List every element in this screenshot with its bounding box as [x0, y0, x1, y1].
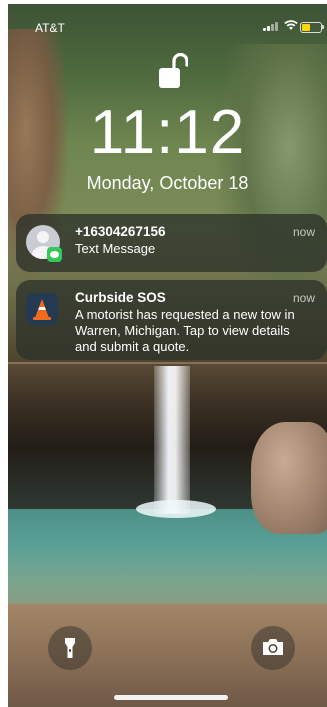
wallpaper-splash [136, 500, 216, 518]
battery-icon [300, 22, 324, 33]
cellular-signal-icon [263, 21, 278, 31]
status-bar: AT&T [8, 4, 327, 48]
notification-title: +16304267156 [75, 224, 166, 239]
traffic-cone-app-icon [26, 293, 58, 325]
flashlight-button[interactable] [48, 626, 92, 670]
flashlight-icon [65, 638, 75, 658]
wifi-icon [284, 20, 298, 30]
carrier-label: AT&T [35, 21, 65, 35]
lock-screen-date: Monday, October 18 [86, 173, 249, 193]
notification-curbside-sos[interactable]: Curbside SOS now A motorist has requeste… [16, 280, 327, 360]
camera-button[interactable] [251, 626, 295, 670]
notification-time: now [292, 225, 315, 239]
wallpaper-waterfall [154, 366, 190, 514]
messages-app-icon [47, 247, 62, 262]
battery-fill [302, 24, 311, 31]
wallpaper-boulder [251, 422, 327, 534]
unlocked-padlock-icon [159, 52, 188, 88]
notification-title: Curbside SOS [75, 290, 166, 305]
camera-icon [263, 639, 283, 655]
notification-text-message[interactable]: +16304267156 now Text Message [16, 214, 327, 272]
notification-body: Text Message [75, 241, 156, 256]
home-indicator[interactable] [114, 695, 228, 700]
notification-time: now [292, 291, 315, 305]
lock-screen-time: 11:12 [89, 98, 246, 167]
lock-screen: AT&T 11:12 Monday, October 18 +163042671… [8, 4, 327, 707]
notification-body: A motorist has requested a new tow in Wa… [75, 307, 295, 354]
